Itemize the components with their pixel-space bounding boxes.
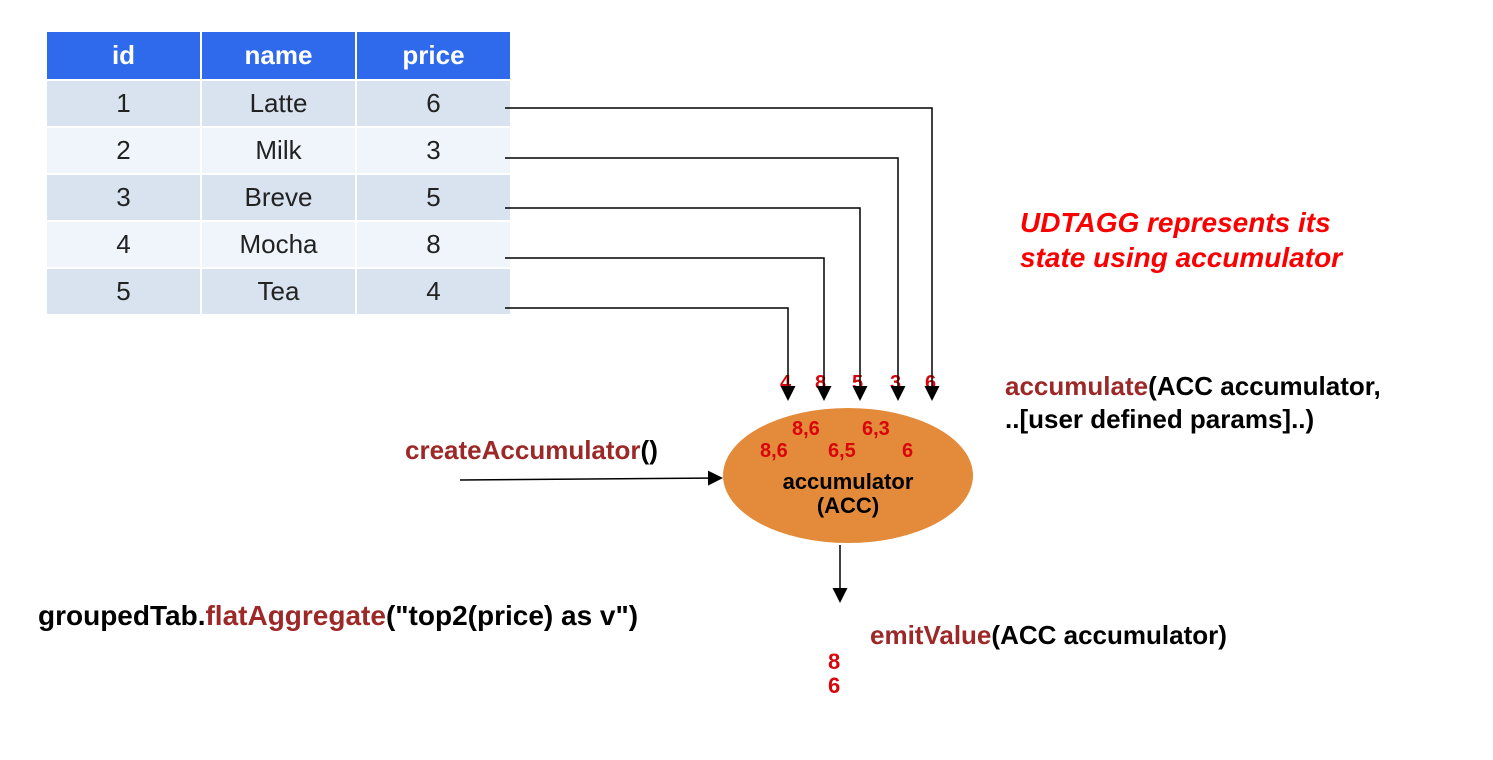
label-flat-aggregate: groupedTab.flatAggregate("top2(price) as… bbox=[38, 600, 638, 632]
label-emit-value: emitValue(ACC accumulator) bbox=[870, 620, 1227, 651]
state-value: 6,3 bbox=[862, 418, 890, 441]
accumulator-title-block: accumulator (ACC) bbox=[723, 470, 973, 518]
fn-args: ..[user defined params]..) bbox=[1005, 404, 1314, 434]
incoming-value: 4 bbox=[780, 372, 791, 395]
cell-id: 2 bbox=[46, 127, 201, 174]
caption-line: UDTAGG represents its bbox=[1020, 205, 1342, 240]
cell-name: Latte bbox=[201, 80, 356, 127]
cell-id: 4 bbox=[46, 221, 201, 268]
cell-id: 3 bbox=[46, 174, 201, 221]
fn-args: (ACC accumulator, bbox=[1148, 371, 1381, 401]
cell-id: 1 bbox=[46, 80, 201, 127]
cell-name: Tea bbox=[201, 268, 356, 315]
agg-args: ("top2(price) as v") bbox=[386, 600, 638, 631]
cell-price: 5 bbox=[356, 174, 511, 221]
table-row: 2 Milk 3 bbox=[46, 127, 511, 174]
emit-value: 6 bbox=[828, 674, 840, 698]
table-row: 1 Latte 6 bbox=[46, 80, 511, 127]
fn-name: emitValue bbox=[870, 620, 991, 650]
emitted-values: 8 6 bbox=[828, 650, 840, 698]
cell-price: 8 bbox=[356, 221, 511, 268]
cell-price: 6 bbox=[356, 80, 511, 127]
table-header-row: id name price bbox=[46, 31, 511, 80]
table-row: 4 Mocha 8 bbox=[46, 221, 511, 268]
cell-name: Milk bbox=[201, 127, 356, 174]
accumulator-sub: (ACC) bbox=[723, 494, 973, 518]
label-accumulate: accumulate(ACC accumulator, ..[user defi… bbox=[1005, 370, 1381, 435]
emit-value: 8 bbox=[828, 650, 840, 674]
cell-name: Mocha bbox=[201, 221, 356, 268]
agg-fn: flatAggregate bbox=[205, 600, 385, 631]
incoming-value: 8 bbox=[815, 372, 826, 395]
col-name: name bbox=[201, 31, 356, 80]
incoming-value: 6 bbox=[925, 372, 936, 395]
incoming-value: 3 bbox=[890, 372, 901, 395]
fn-name: accumulate bbox=[1005, 371, 1148, 401]
state-value: 8,6 bbox=[760, 440, 788, 463]
accumulator-title: accumulator bbox=[723, 470, 973, 494]
cell-price: 3 bbox=[356, 127, 511, 174]
caption-line: state using accumulator bbox=[1020, 240, 1342, 275]
caption-udtagg: UDTAGG represents its state using accumu… bbox=[1020, 205, 1342, 275]
cell-price: 4 bbox=[356, 268, 511, 315]
input-table: id name price 1 Latte 6 2 Milk 3 3 Breve… bbox=[45, 30, 512, 316]
incoming-value: 5 bbox=[852, 372, 863, 395]
label-create-accumulator: createAccumulator() bbox=[405, 435, 658, 466]
table-row: 3 Breve 5 bbox=[46, 174, 511, 221]
agg-prefix: groupedTab. bbox=[38, 600, 205, 631]
col-id: id bbox=[46, 31, 201, 80]
state-value: 8,6 bbox=[792, 418, 820, 441]
fn-args: (ACC accumulator) bbox=[991, 620, 1226, 650]
cell-name: Breve bbox=[201, 174, 356, 221]
accumulator-ellipse: accumulator (ACC) bbox=[723, 408, 973, 543]
state-value: 6 bbox=[902, 440, 913, 463]
col-price: price bbox=[356, 31, 511, 80]
state-value: 6,5 bbox=[828, 440, 856, 463]
cell-id: 5 bbox=[46, 268, 201, 315]
table-row: 5 Tea 4 bbox=[46, 268, 511, 315]
fn-name: createAccumulator bbox=[405, 435, 641, 465]
fn-paren: () bbox=[641, 435, 658, 465]
